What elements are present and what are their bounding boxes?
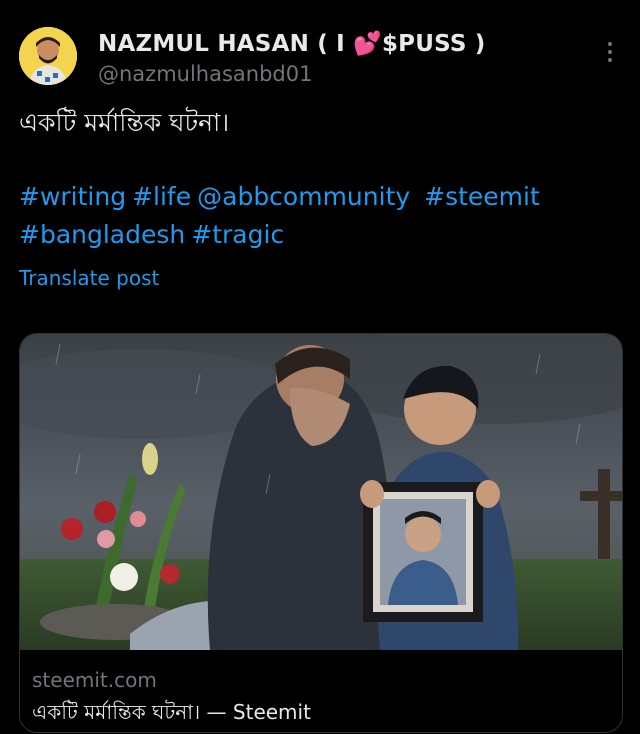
more-options-button[interactable] (596, 38, 624, 66)
avatar-image (19, 27, 77, 85)
post-tags: #writing #life @abbcommunity #steemit #ban… (19, 178, 619, 254)
post-text: একটি মর্মান্তিক ঘটনা। (19, 108, 230, 137)
card-title: একটি মর্মান্তিক ঘটনা। — Steemit (32, 700, 311, 724)
card-image[interactable] (20, 334, 622, 650)
hashtag-link[interactable]: #bangladesh (19, 220, 185, 249)
heart-emoji-icon: 💕 (353, 31, 382, 57)
post-header: NAZMUL HASAN ( I 💕$PUSS ) @nazmulhasanbd… (0, 0, 640, 90)
card-meta[interactable]: steemit.com একটি মর্মান্তিক ঘটনা। — Stee… (20, 650, 622, 732)
hashtag-link[interactable]: #tragic (191, 220, 284, 249)
tags-line-1: #writing #life @abbcommunity #steemit (19, 178, 619, 216)
link-preview-card[interactable]: steemit.com একটি মর্মান্তিক ঘটনা। — Stee… (19, 333, 623, 733)
card-domain: steemit.com (32, 668, 157, 692)
author-name-suffix: $PUSS ) (381, 31, 486, 57)
translate-post-link[interactable]: Translate post (19, 266, 159, 290)
more-vertical-icon-dot (608, 58, 612, 62)
author-avatar[interactable] (19, 27, 77, 85)
more-vertical-icon-dot (608, 50, 612, 54)
author-display-name[interactable]: NAZMUL HASAN ( I 💕$PUSS ) (98, 30, 486, 57)
tags-line-2: #bangladesh #tragic (19, 216, 619, 254)
author-handle[interactable]: @nazmulhasanbd01 (98, 62, 312, 86)
author-name-prefix: NAZMUL HASAN ( I (98, 31, 354, 57)
hashtag-link[interactable]: #writing (19, 182, 126, 211)
more-vertical-icon (608, 42, 612, 46)
hashtag-link[interactable]: #life (132, 182, 191, 211)
mention-link[interactable]: @abbcommunity (197, 182, 410, 211)
grief-scene-image (20, 334, 622, 650)
hashtag-link[interactable]: #steemit (416, 182, 540, 211)
